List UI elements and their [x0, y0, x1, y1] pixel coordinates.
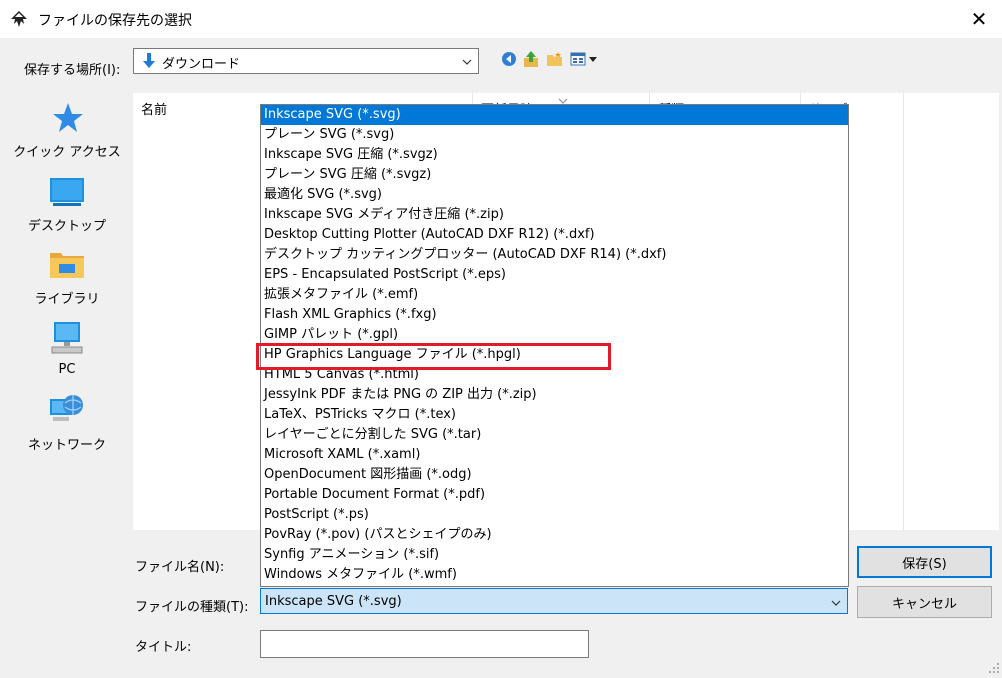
new-folder-icon[interactable] — [545, 49, 565, 69]
place-label: PC — [58, 362, 76, 377]
window-title: ファイルの保存先の選択 — [38, 13, 192, 29]
title-input[interactable] — [260, 630, 589, 658]
place-network[interactable]: ネットワーク — [8, 391, 126, 457]
dropdown-option[interactable]: GIMP パレット (*.gpl) — [261, 325, 848, 345]
dropdown-option[interactable]: PovRay (*.pov) (パスとシェイプのみ) — [261, 525, 848, 545]
dropdown-option[interactable]: プレーン SVG 圧縮 (*.svgz) — [261, 165, 848, 185]
inkscape-icon — [10, 10, 28, 28]
dropdown-option[interactable]: 最適化 SVG (*.svg) — [261, 185, 848, 205]
dropdown-option[interactable]: レイヤーごとに分割した SVG (*.tar) — [261, 425, 848, 445]
dropdown-option[interactable]: Synfig アニメーション (*.sif) — [261, 545, 848, 565]
dropdown-option[interactable]: JessyInk PDF または PNG の ZIP 出力 (*.zip) — [261, 385, 848, 405]
highlight-box — [256, 343, 611, 370]
view-menu-icon[interactable] — [569, 49, 599, 69]
place-label: クイック アクセス — [13, 145, 121, 160]
dropdown-option[interactable]: プレーン SVG (*.svg) — [261, 125, 848, 145]
place-quick-access[interactable]: クイック アクセス — [8, 101, 126, 167]
dropdown-option[interactable]: 拡張メタファイル (*.emf) — [261, 285, 848, 305]
place-desktop[interactable]: デスクトップ — [8, 175, 126, 237]
back-icon[interactable] — [500, 49, 518, 69]
filename-label: ファイル名(N): — [135, 560, 225, 575]
chevron-down-icon — [831, 597, 841, 607]
places-bar: クイック アクセス デスクトップ ライブラリ PC ネットワーク — [8, 93, 126, 533]
close-button[interactable]: ✕ — [956, 0, 1002, 38]
title-label: タイトル: — [135, 640, 192, 655]
dropdown-option[interactable]: デスクトップ カッティングプロッター (AutoCAD DXF R14) (*.… — [261, 245, 848, 265]
filetype-combobox[interactable]: Inkscape SVG (*.svg) — [260, 588, 848, 614]
place-library[interactable]: ライブラリ — [8, 245, 126, 311]
save-in-label: 保存する場所(I): — [24, 63, 121, 78]
pc-icon — [50, 321, 84, 359]
library-icon — [49, 247, 85, 283]
column-header-name[interactable]: 名前 — [141, 99, 167, 118]
dropdown-option[interactable]: PostScript (*.ps) — [261, 505, 848, 525]
dropdown-option[interactable]: Portable Document Format (*.pdf) — [261, 485, 848, 505]
up-folder-icon[interactable] — [522, 49, 540, 69]
dropdown-option[interactable]: Inkscape SVG 圧縮 (*.svgz) — [261, 145, 848, 165]
filetype-label: ファイルの種類(T): — [135, 600, 249, 615]
quick-access-star-icon — [51, 101, 85, 139]
dropdown-option[interactable]: Inkscape SVG (*.svg) — [261, 105, 848, 125]
place-label: デスクトップ — [27, 219, 106, 234]
filetype-value: Inkscape SVG (*.svg) — [265, 594, 402, 609]
dropdown-option[interactable]: Inkscape SVG メディア付き圧縮 (*.zip) — [261, 205, 848, 225]
title-bar: ファイルの保存先の選択 ✕ — [0, 0, 1002, 38]
dropdown-option[interactable]: Microsoft XAML (*.xaml) — [261, 445, 848, 465]
save-in-combobox[interactable]: ダウンロード — [133, 48, 479, 74]
chevron-down-icon — [462, 56, 472, 66]
save-in-value: ダウンロード — [162, 57, 241, 72]
dropdown-option[interactable]: OpenDocument 図形描画 (*.odg) — [261, 465, 848, 485]
place-label: ネットワーク — [27, 438, 106, 453]
dropdown-option[interactable]: LaTeX、PSTricks マクロ (*.tex) — [261, 405, 848, 425]
network-icon — [49, 393, 85, 431]
desktop-icon — [49, 177, 85, 211]
column-separator — [903, 93, 904, 530]
save-button[interactable]: 保存(S) — [857, 546, 992, 578]
place-pc[interactable]: PC — [8, 319, 126, 385]
dropdown-option[interactable]: Windows メタファイル (*.wmf) — [261, 565, 848, 585]
place-label: ライブラリ — [34, 292, 100, 307]
dropdown-option[interactable]: Desktop Cutting Plotter (AutoCAD DXF R12… — [261, 225, 848, 245]
dropdown-option[interactable]: EPS - Encapsulated PostScript (*.eps) — [261, 265, 848, 285]
dropdown-option[interactable]: Flash XML Graphics (*.fxg) — [261, 305, 848, 325]
resize-grip-icon[interactable] — [988, 662, 1000, 674]
download-arrow-icon — [142, 53, 156, 69]
cancel-button[interactable]: キャンセル — [857, 586, 992, 618]
